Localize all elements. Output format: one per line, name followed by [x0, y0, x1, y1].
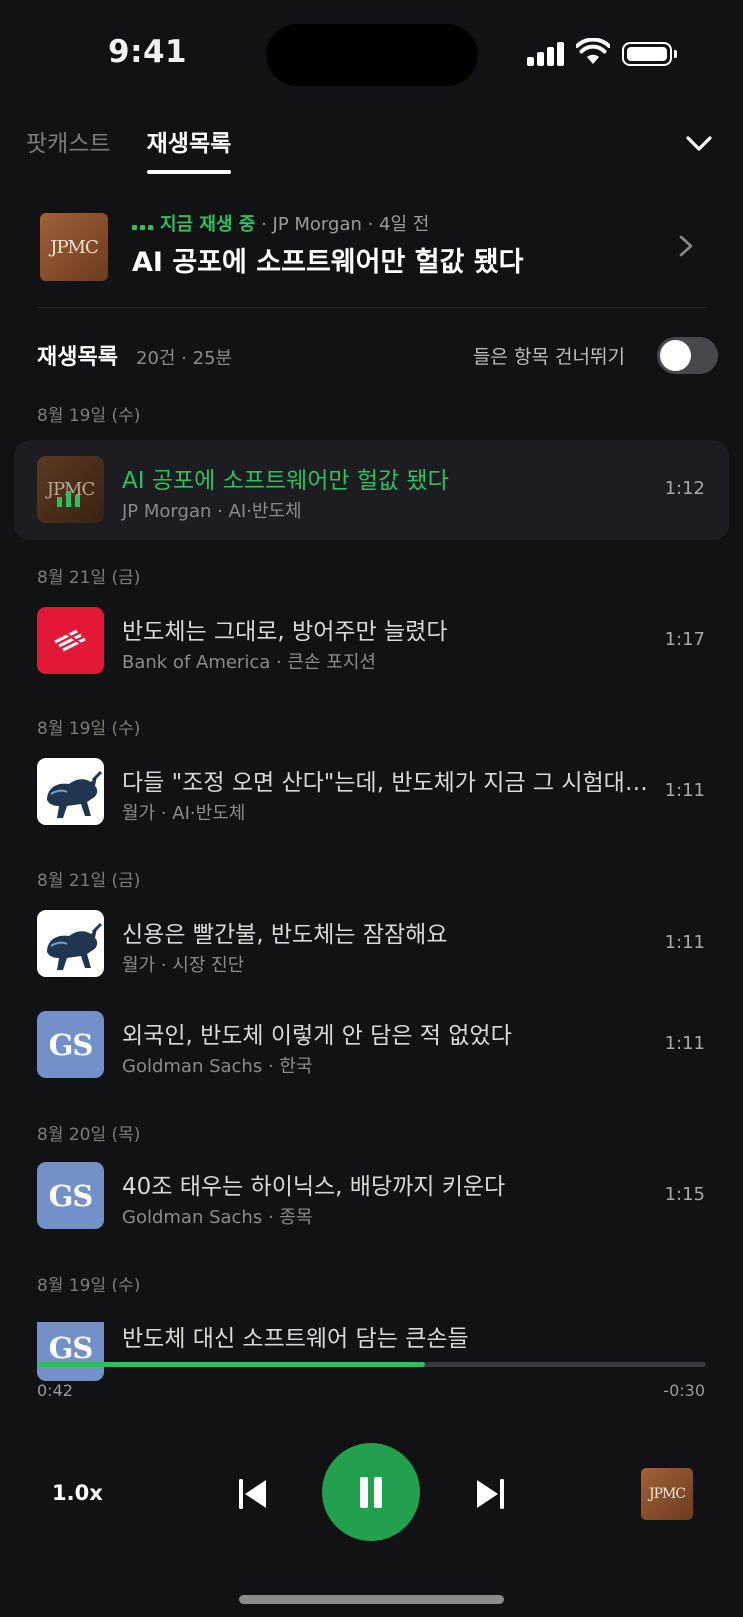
playlist-title: 재생목록 [37, 345, 118, 370]
episode-row-current[interactable]: JPMC AI 공포에 소프트웨어만 헐값 됐다 JP Morgan · AI·… [14, 440, 729, 540]
bull-icon [37, 758, 104, 825]
list-clip [0, 1292, 743, 1322]
date-header: 8월 19일 (수) [37, 719, 141, 739]
bull-icon [37, 910, 104, 977]
pause-button[interactable] [322, 1443, 420, 1541]
episode-title: 신용은 빨간불, 반도체는 잠잠해요 [122, 922, 448, 948]
progress-fill [37, 1362, 426, 1367]
elapsed-time: 0:42 [37, 1381, 73, 1400]
date-header: 8월 19일 (수) [37, 406, 141, 426]
now-playing-artwork: JPMC [40, 213, 108, 281]
now-playing-meta: · JP Morgan · 4일 전 [255, 214, 430, 235]
episode-row[interactable]: 반도체는 그대로, 방어주만 늘렸다 Bank of America · 큰손 … [14, 591, 729, 691]
status-time: 9:41 [108, 34, 188, 70]
episode-subtitle: JP Morgan · AI·반도체 [122, 501, 302, 522]
chevron-down-icon[interactable] [684, 128, 714, 158]
date-header: 8월 21일 (금) [37, 568, 141, 588]
episode-title: 40조 태우는 하이닉스, 배당까지 키운다 [122, 1174, 506, 1200]
date-header: 8월 21일 (금) [37, 871, 141, 891]
dynamic-island [266, 24, 478, 86]
episode-title: 반도체 대신 소프트웨어 담는 큰손들 [122, 1326, 469, 1352]
episode-subtitle: 월가 · 시장 진단 [122, 955, 245, 976]
wifi-icon [576, 38, 610, 64]
date-header: 8월 20일 (목) [37, 1125, 141, 1145]
status-bar: 9:41 [0, 0, 743, 110]
episode-row[interactable]: GS 외국인, 반도체 이렇게 안 담은 적 없었다 Goldman Sachs… [14, 995, 729, 1095]
now-playing-status: 지금 재생 중 · JP Morgan · 4일 전 [132, 210, 429, 236]
chevron-right-icon [679, 235, 693, 257]
episode-duration: 1:15 [664, 1184, 705, 1205]
episode-duration: 1:11 [664, 780, 705, 801]
episode-artwork: JPMC [37, 456, 104, 523]
tab-bar: 팟캐스트 재생목록 [26, 124, 231, 174]
skip-played-toggle[interactable] [657, 337, 718, 374]
divider [37, 307, 707, 308]
skip-played-label: 들은 항목 건너뛰기 [473, 346, 625, 368]
gs-logo-icon: GS [37, 1314, 104, 1381]
episode-row[interactable]: 신용은 빨간불, 반도체는 잠잠해요 월가 · 시장 진단 1:11 [14, 894, 729, 994]
skip-previous-icon[interactable] [237, 1476, 269, 1512]
equalizer-icon [57, 491, 83, 507]
episode-duration: 1:17 [664, 629, 705, 650]
skip-next-icon[interactable] [474, 1476, 506, 1512]
episode-title: AI 공포에 소프트웨어만 헐값 됐다 [122, 468, 449, 494]
tab-podcasts[interactable]: 팟캐스트 [26, 124, 111, 174]
playlist-meta: 20건 · 25분 [136, 348, 233, 369]
boa-logo-icon [37, 607, 104, 674]
battery-icon [622, 42, 677, 66]
episode-duration: 1:12 [664, 478, 705, 499]
episode-row[interactable]: GS 40조 태우는 하이닉스, 배당까지 키운다 Goldman Sachs … [14, 1146, 729, 1246]
playlist-header: 재생목록 20건 · 25분 들은 항목 건너뛰기 [37, 337, 718, 377]
playback-speed-button[interactable]: 1.0x [52, 1481, 103, 1505]
episode-title: 반도체는 그대로, 방어주만 늘렸다 [122, 619, 448, 645]
episode-title: 외국인, 반도체 이렇게 안 담은 적 없었다 [122, 1023, 512, 1049]
now-playing-label: 지금 재생 중 [160, 214, 256, 235]
progress-bar[interactable] [37, 1362, 706, 1367]
home-indicator[interactable] [239, 1595, 504, 1604]
gs-logo-icon: GS [37, 1162, 104, 1229]
player-artwork[interactable]: JPMC [641, 1468, 693, 1520]
signal-icon [527, 42, 565, 66]
episode-title: 다들 "조정 오면 산다"는데, 반도체가 지금 그 시험대… [122, 770, 648, 796]
playing-indicator-icon [132, 220, 154, 230]
gs-logo-icon: GS [37, 1011, 104, 1078]
episode-subtitle: Bank of America · 큰손 포지션 [122, 652, 376, 673]
tab-playlist[interactable]: 재생목록 [146, 124, 231, 174]
episode-duration: 1:11 [664, 1033, 705, 1054]
episode-row[interactable]: 다들 "조정 오면 산다"는데, 반도체가 지금 그 시험대… 월가 · AI·… [14, 742, 729, 842]
episode-subtitle: Goldman Sachs · 한국 [122, 1056, 313, 1077]
episode-subtitle: 월가 · AI·반도체 [122, 803, 246, 824]
episode-subtitle: Goldman Sachs · 종목 [122, 1207, 313, 1228]
now-playing-title: AI 공포에 소프트웨어만 헐값 됐다 [132, 247, 524, 278]
remaining-time: -0:30 [663, 1381, 705, 1400]
now-playing-card[interactable]: JPMC 지금 재생 중 · JP Morgan · 4일 전 AI 공포에 소… [37, 206, 707, 281]
episode-duration: 1:11 [664, 932, 705, 953]
